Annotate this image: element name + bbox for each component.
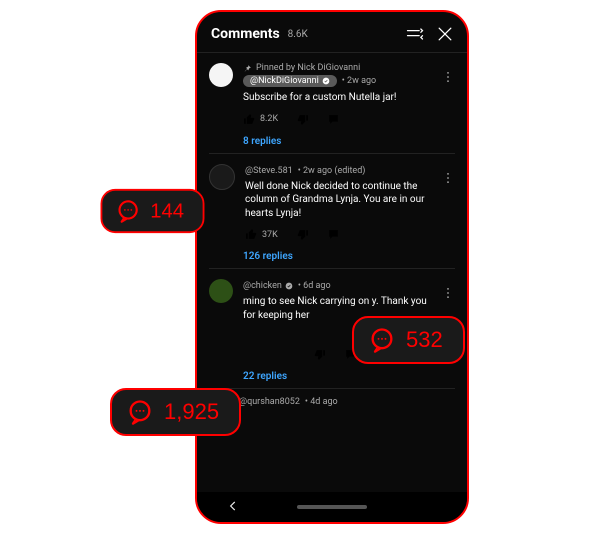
badge-count: 144 <box>150 199 184 223</box>
reply-button[interactable] <box>327 228 340 241</box>
comment-actions: 37K <box>245 228 455 241</box>
badge-count: 532 <box>406 327 443 353</box>
comment-item: Pinned by Nick DiGiovanni @NickDiGiovann… <box>209 53 455 126</box>
reply-button[interactable] <box>327 113 340 126</box>
more-icon[interactable] <box>441 285 455 304</box>
like-count: 37K <box>262 230 278 240</box>
dislike-button[interactable] <box>296 113 309 126</box>
verified-icon <box>322 77 330 85</box>
like-count: 8.2K <box>260 114 278 124</box>
pinned-text: Pinned by Nick DiGiovanni <box>256 63 360 73</box>
badge-count: 1,925 <box>164 399 219 425</box>
replies-link[interactable]: 22 replies <box>243 371 455 382</box>
comment-item: @qurshan8052 • 4d ago <box>209 389 455 415</box>
overlay-badge: 532 <box>352 316 465 364</box>
avatar[interactable] <box>209 279 233 303</box>
comment-actions: 8.2K <box>243 113 455 126</box>
more-icon[interactable] <box>441 69 455 88</box>
timestamp: • 2w ago (edited) <box>298 166 366 176</box>
replies-link[interactable]: 8 replies <box>243 136 455 147</box>
author-name[interactable]: @Steve.581 <box>245 166 293 176</box>
author-name[interactable]: @qurshan8052 <box>239 397 300 407</box>
back-button[interactable] <box>226 498 240 517</box>
like-button[interactable]: 37K <box>245 228 278 241</box>
comment-item: @Steve.581 • 2w ago (edited) Well done N… <box>209 154 455 242</box>
sort-icon[interactable] <box>405 24 425 44</box>
avatar[interactable] <box>209 63 233 87</box>
header-count: 8.6K <box>288 29 308 40</box>
author-name[interactable]: @chicken <box>243 281 282 291</box>
header-title: Comments <box>211 26 280 42</box>
nav-bar <box>197 492 467 522</box>
overlay-badge: 144 <box>101 189 205 233</box>
pinned-label: Pinned by Nick DiGiovanni <box>243 63 455 73</box>
comments-header: Comments 8.6K <box>197 12 467 52</box>
author-name: @NickDiGiovanni <box>250 76 319 86</box>
dislike-button[interactable] <box>313 348 326 361</box>
verified-icon <box>285 282 293 290</box>
close-icon[interactable] <box>435 24 455 44</box>
comment-text: Well done Nick decided to continue the c… <box>245 180 440 221</box>
home-pill[interactable] <box>297 505 367 509</box>
overlay-badge: 1,925 <box>110 388 241 436</box>
comment-text: Subscribe for a custom Nutella jar! <box>243 91 438 105</box>
timestamp: • 4d ago <box>305 397 338 407</box>
timestamp: • 2w ago <box>342 76 376 86</box>
phone-frame: Comments 8.6K Pinned by Nick DiGiovanni <box>195 10 469 524</box>
author-chip[interactable]: @NickDiGiovanni <box>243 75 337 87</box>
like-button[interactable]: 8.2K <box>243 113 278 126</box>
avatar[interactable] <box>209 164 235 190</box>
more-icon[interactable] <box>441 170 455 189</box>
replies-link[interactable]: 126 replies <box>243 251 455 262</box>
dislike-button[interactable] <box>296 228 309 241</box>
timestamp: • 6d ago <box>298 281 331 291</box>
